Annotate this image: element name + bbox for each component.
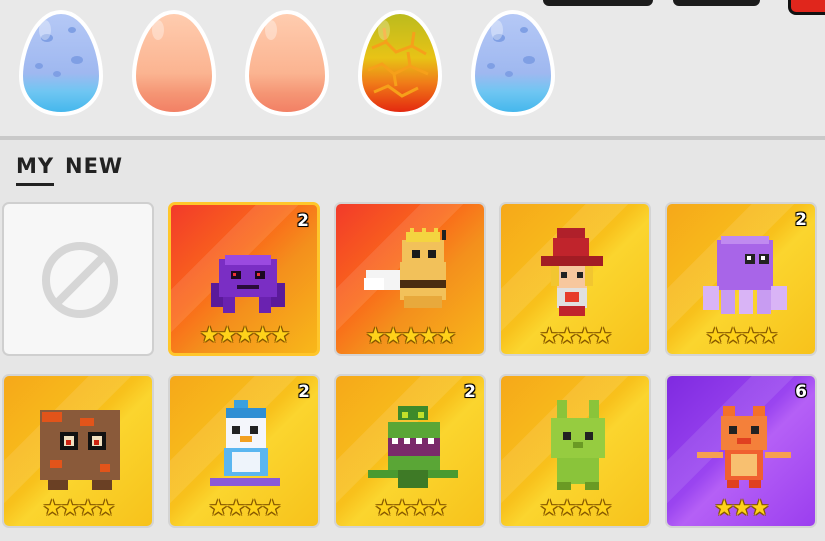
tab-my[interactable]: MY [16,154,55,186]
star-rating: ★★★★★ [365,324,457,349]
star-rating: ★★★★★ [199,323,291,348]
pet-count: 2 [464,382,476,402]
star-rating: ★★★★ [539,324,613,349]
star-rating: ★★★★ [42,496,116,521]
pet-card-octopus[interactable]: 2 ★★★★ [665,202,817,356]
pet-card-golem[interactable]: ★★★★ [2,374,154,528]
penguin-pet-icon [196,398,296,496]
plant-pet-icon [362,398,462,496]
egg-bar-divider [0,136,825,140]
top-red-button[interactable] [788,0,825,15]
top-button-left[interactable] [543,0,653,6]
blue-egg-1[interactable] [17,8,105,118]
pet-count: 2 [298,382,310,402]
spider-pet-icon [197,227,297,325]
bee-pet-icon [362,226,462,324]
blue-egg-2[interactable] [469,8,557,118]
pet-count: 2 [297,211,309,231]
peach-egg-1[interactable] [130,8,218,118]
pet-card-plant[interactable]: 2 ★★★★ [334,374,486,528]
pet-card-bunny[interactable]: ★★★★ [499,374,651,528]
lava-egg[interactable] [356,8,444,118]
pet-card-dragon[interactable]: 6 ★★★ [665,374,817,528]
pet-card-wizard[interactable]: ★★★★ [499,202,651,356]
pet-card-empty[interactable] [2,202,154,356]
pet-card-bee[interactable]: ★★★★★ [334,202,486,356]
egg-bar [0,0,825,136]
tab-new[interactable]: NEW [65,154,123,178]
pet-card-spider[interactable]: 2 ★★★★★ [168,202,320,356]
octopus-pet-icon [693,226,793,324]
no-entry-icon [42,242,118,318]
star-rating: ★★★★ [208,496,282,521]
golem-pet-icon [30,398,130,496]
top-button-right[interactable] [673,0,760,6]
star-rating: ★★★★ [539,496,613,521]
dragon-pet-icon [693,398,793,496]
star-rating: ★★★★ [374,496,448,521]
peach-egg-2[interactable] [243,8,331,118]
bunny-pet-icon [527,398,627,496]
pet-count: 6 [795,382,807,402]
pet-card-penguin[interactable]: 2 ★★★★ [168,374,320,528]
star-rating: ★★★ [714,496,769,521]
wizard-pet-icon [527,226,627,324]
star-rating: ★★★★ [705,324,779,349]
pet-count: 2 [795,210,807,230]
